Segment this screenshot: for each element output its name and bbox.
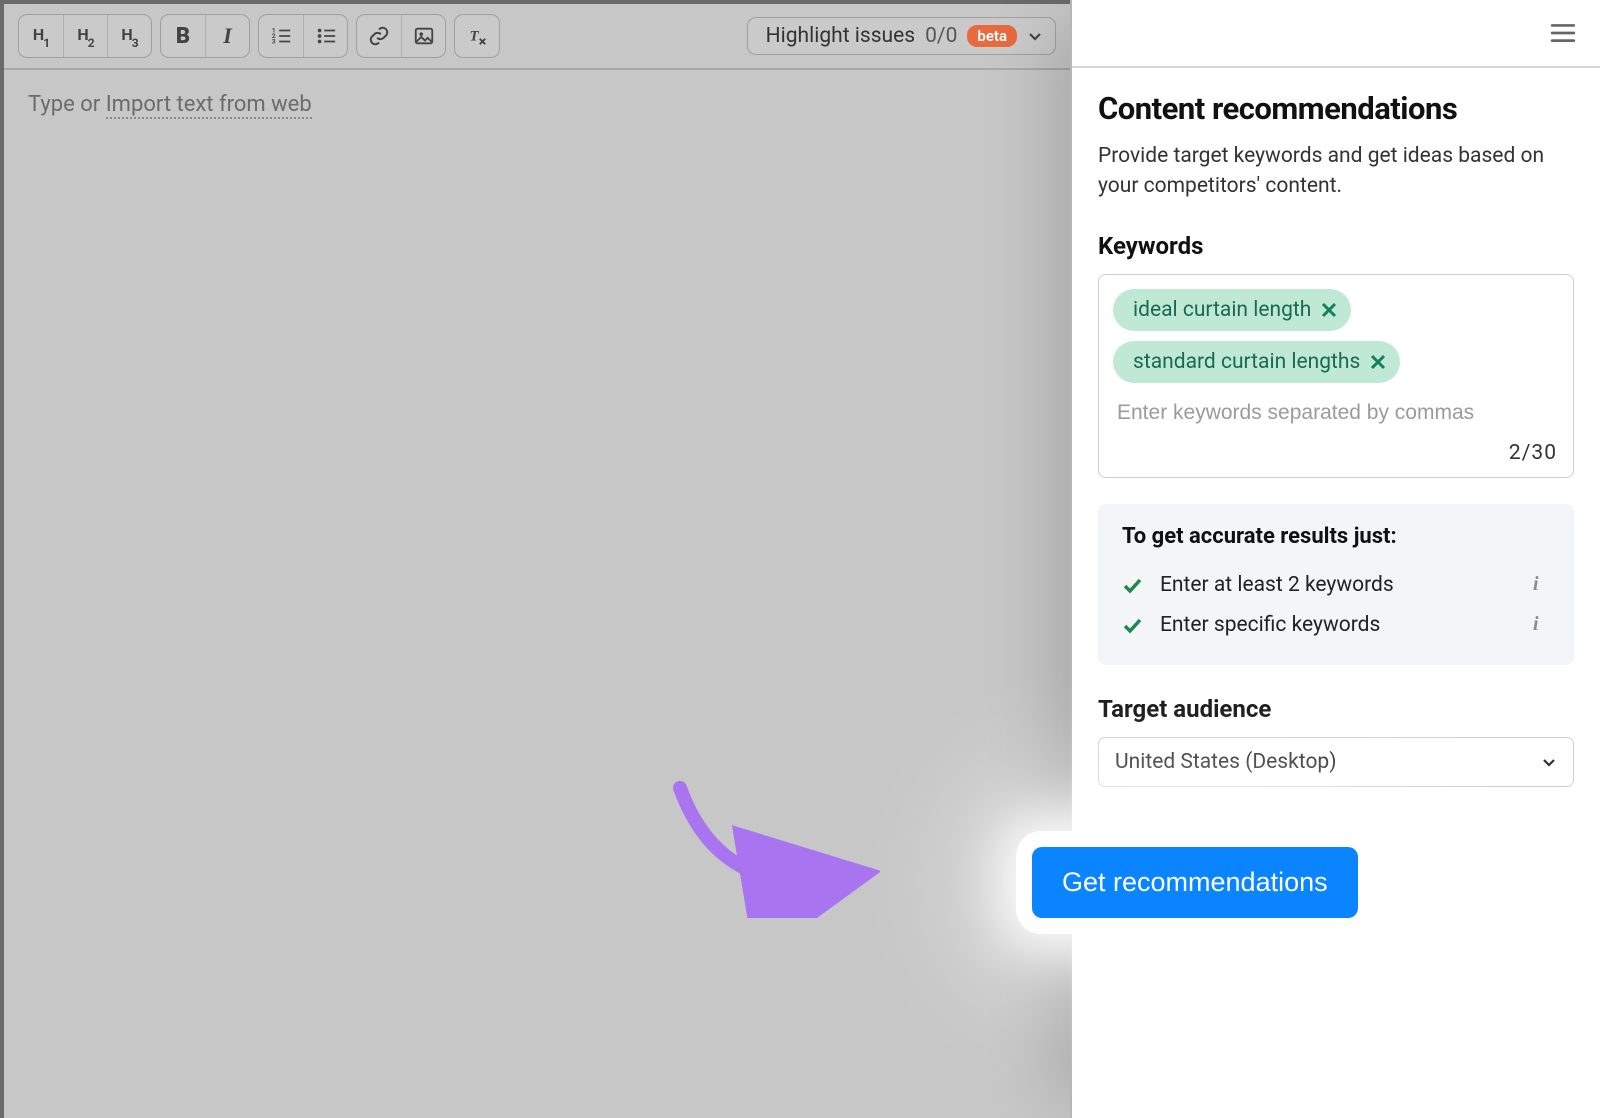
h3-button[interactable]: H3 bbox=[107, 15, 151, 57]
italic-button[interactable]: I bbox=[205, 15, 249, 57]
editor-body[interactable]: Type or Import text from web bbox=[4, 70, 1070, 1118]
highlight-issues-dropdown[interactable]: Highlight issues 0/0 beta bbox=[747, 17, 1056, 55]
keywords-label: Keywords bbox=[1098, 232, 1574, 260]
panel-body: Content recommendations Provide target k… bbox=[1072, 68, 1600, 833]
tip-row: Enter at least 2 keywords i bbox=[1122, 565, 1550, 605]
keywords-input[interactable] bbox=[1113, 393, 1559, 433]
list-group: 123 bbox=[258, 14, 348, 58]
import-text-link[interactable]: Import text from web bbox=[106, 92, 312, 119]
heading-group: H1 H2 H3 bbox=[18, 14, 152, 58]
check-icon bbox=[1122, 575, 1142, 595]
tips-title: To get accurate results just: bbox=[1122, 524, 1550, 549]
clear-format-icon: T bbox=[466, 25, 488, 47]
link-button[interactable] bbox=[357, 15, 401, 57]
insert-group bbox=[356, 14, 446, 58]
audience-select[interactable]: United States (Desktop) bbox=[1098, 737, 1574, 787]
keyword-chip-label: ideal curtain length bbox=[1133, 298, 1311, 322]
keyword-chip[interactable]: standard curtain lengths bbox=[1113, 341, 1400, 383]
editor-pane: H1 H2 H3 B I 123 T bbox=[0, 0, 1070, 1118]
info-icon[interactable]: i bbox=[1533, 613, 1550, 636]
ordered-list-button[interactable]: 123 bbox=[259, 15, 303, 57]
bold-button[interactable]: B bbox=[161, 15, 205, 57]
clear-group: T bbox=[454, 14, 500, 58]
highlight-count: 0/0 bbox=[925, 24, 957, 48]
tips-box: To get accurate results just: Enter at l… bbox=[1098, 504, 1574, 665]
svg-text:3: 3 bbox=[272, 37, 276, 45]
tip-text: Enter specific keywords bbox=[1160, 613, 1515, 637]
remove-keyword-icon[interactable] bbox=[1370, 354, 1386, 370]
info-icon[interactable]: i bbox=[1533, 573, 1550, 596]
panel-header bbox=[1072, 0, 1600, 68]
audience-label: Target audience bbox=[1098, 695, 1574, 723]
editor-toolbar: H1 H2 H3 B I 123 T bbox=[4, 4, 1070, 70]
image-icon bbox=[413, 25, 435, 47]
tip-row: Enter specific keywords i bbox=[1122, 605, 1550, 645]
link-icon bbox=[368, 25, 390, 47]
format-group: B I bbox=[160, 14, 250, 58]
editor-placeholder-prefix: Type or bbox=[28, 92, 106, 117]
keywords-box: ideal curtain length standard curtain le… bbox=[1098, 274, 1574, 478]
get-recommendations-button[interactable]: Get recommendations bbox=[1032, 847, 1358, 918]
menu-icon[interactable] bbox=[1550, 22, 1576, 44]
check-icon bbox=[1122, 615, 1142, 635]
h2-button[interactable]: H2 bbox=[63, 15, 107, 57]
keyword-chip[interactable]: ideal curtain length bbox=[1113, 289, 1351, 331]
panel-description: Provide target keywords and get ideas ba… bbox=[1098, 141, 1574, 202]
keyword-chip-label: standard curtain lengths bbox=[1133, 350, 1360, 374]
audience-value: United States (Desktop) bbox=[1115, 750, 1337, 774]
keywords-count: 2/30 bbox=[1113, 433, 1559, 469]
recommendations-panel: Content recommendations Provide target k… bbox=[1070, 0, 1600, 1118]
panel-title: Content recommendations bbox=[1098, 90, 1574, 127]
chevron-down-icon bbox=[1541, 754, 1557, 770]
keywords-chips: ideal curtain length standard curtain le… bbox=[1113, 289, 1559, 383]
svg-text:T: T bbox=[470, 29, 480, 45]
ordered-list-icon: 123 bbox=[270, 25, 292, 47]
tip-text: Enter at least 2 keywords bbox=[1160, 573, 1515, 597]
beta-badge: beta bbox=[967, 25, 1017, 47]
highlight-label: Highlight issues bbox=[766, 24, 915, 48]
clear-format-button[interactable]: T bbox=[455, 15, 499, 57]
chevron-down-icon bbox=[1027, 28, 1043, 44]
image-button[interactable] bbox=[401, 15, 445, 57]
unordered-list-icon bbox=[315, 25, 337, 47]
remove-keyword-icon[interactable] bbox=[1321, 302, 1337, 318]
h1-button[interactable]: H1 bbox=[19, 15, 63, 57]
unordered-list-button[interactable] bbox=[303, 15, 347, 57]
